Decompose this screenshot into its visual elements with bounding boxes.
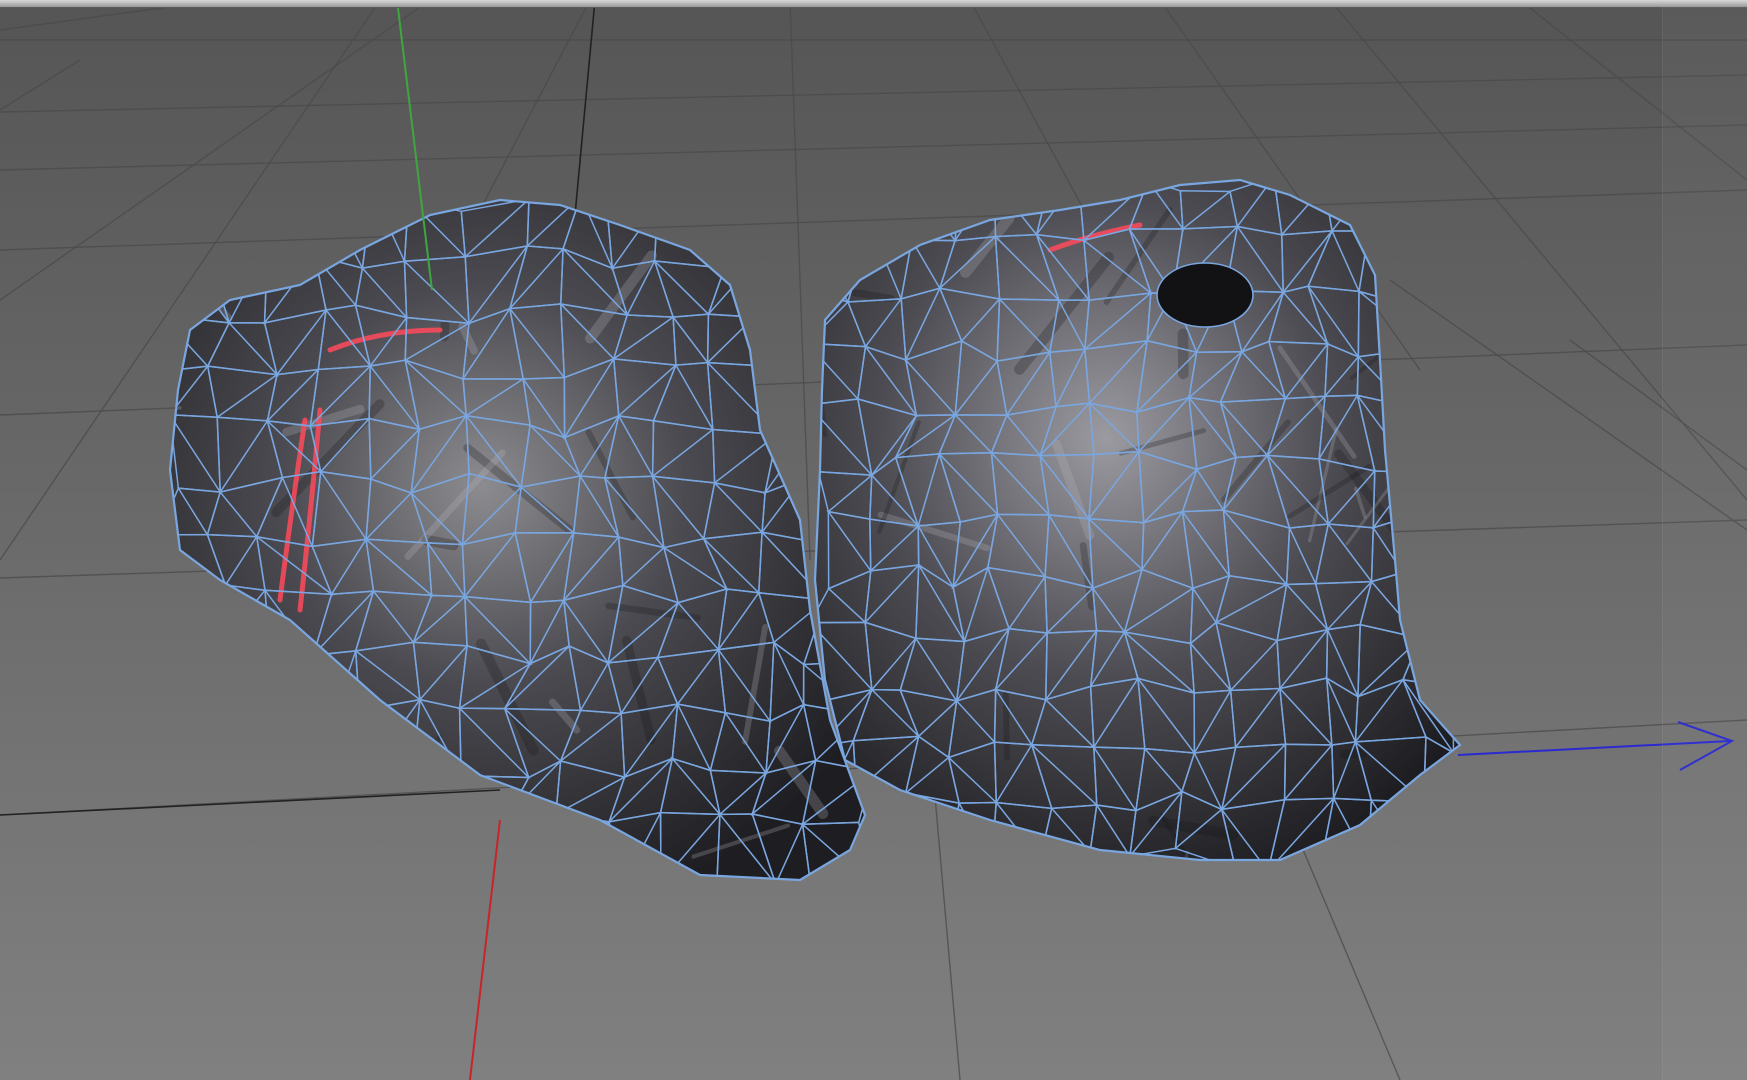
viewport-right-edge: [1662, 7, 1747, 1080]
bag-fold: [439, 319, 450, 342]
viewport-top-border: [0, 0, 1747, 8]
3d-viewport[interactable]: [0, 0, 1747, 1080]
viewport-canvas[interactable]: [0, 0, 1747, 1080]
bag-opening: [1156, 262, 1254, 328]
